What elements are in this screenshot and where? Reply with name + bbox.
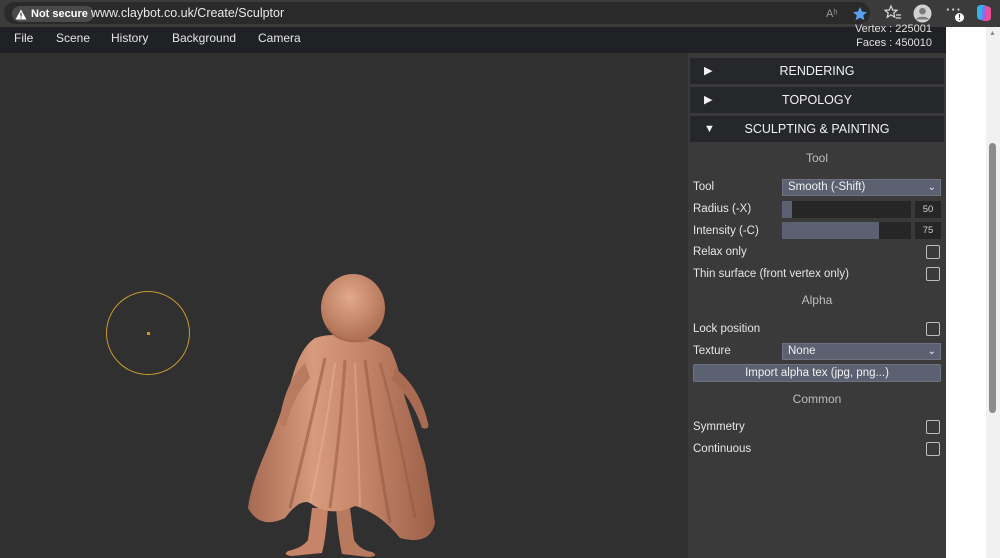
browser-toolbar: Not secure www.claybot.co.uk/Create/Scul… bbox=[0, 0, 1000, 27]
security-indicator[interactable]: Not secure bbox=[12, 6, 94, 22]
brush-cursor bbox=[106, 291, 190, 375]
lock-position-checkbox[interactable] bbox=[926, 322, 940, 336]
continuous-label: Continuous bbox=[693, 443, 752, 455]
scroll-up-icon[interactable]: ▲ bbox=[989, 30, 996, 37]
alpha-section-title: Alpha bbox=[801, 293, 833, 307]
texture-select-value: None bbox=[788, 345, 816, 357]
sculpt-viewport[interactable] bbox=[0, 53, 688, 558]
radius-slider[interactable] bbox=[782, 201, 911, 218]
tool-select[interactable]: Smooth (-Shift) ⌄ bbox=[782, 179, 941, 196]
relax-only-label: Relax only bbox=[693, 246, 747, 258]
texture-label: Texture bbox=[693, 345, 731, 357]
thin-surface-checkbox[interactable] bbox=[926, 267, 940, 281]
intensity-label: Intensity (-C) bbox=[693, 225, 759, 237]
sculpted-caped-figure[interactable] bbox=[230, 268, 450, 558]
menu-camera[interactable]: Camera bbox=[258, 31, 301, 45]
scrollbar[interactable]: ▲ bbox=[986, 27, 1000, 558]
chevron-down-icon: ⌄ bbox=[927, 346, 936, 357]
intensity-value[interactable]: 75 bbox=[915, 222, 941, 239]
radius-slider-fill bbox=[782, 201, 793, 218]
intensity-slider-fill bbox=[782, 222, 879, 239]
faces-count: Faces : 450010 bbox=[856, 37, 932, 49]
texture-select[interactable]: None ⌄ bbox=[782, 343, 941, 360]
properties-panel: ▶ RENDERING ▶ TOPOLOGY ▼ SCULPTING & PAI… bbox=[688, 53, 946, 558]
topology-header[interactable]: ▶ TOPOLOGY bbox=[690, 87, 944, 113]
continuous-checkbox[interactable] bbox=[926, 442, 940, 456]
tool-section-title: Tool bbox=[805, 151, 828, 165]
menu-history[interactable]: History bbox=[111, 31, 148, 45]
sculpting-painting-title: SCULPTING & PAINTING bbox=[744, 122, 890, 136]
address-bar[interactable]: Not secure www.claybot.co.uk/Create/Scul… bbox=[4, 2, 870, 24]
thin-surface-label: Thin surface (front vertex only) bbox=[693, 268, 849, 280]
update-badge-icon: ! bbox=[955, 13, 964, 22]
radius-value[interactable]: 50 bbox=[915, 201, 941, 218]
page-margin: ▲ bbox=[946, 27, 1000, 558]
common-section-title: Common bbox=[792, 392, 842, 406]
chevron-down-icon: ⌄ bbox=[927, 182, 936, 193]
expand-arrow-icon: ▶ bbox=[704, 94, 713, 106]
lock-position-label: Lock position bbox=[693, 323, 761, 335]
topology-title: TOPOLOGY bbox=[782, 93, 852, 107]
brush-center-dot bbox=[147, 332, 150, 335]
menu-background[interactable]: Background bbox=[172, 31, 236, 45]
sculpting-painting-header[interactable]: ▼ SCULPTING & PAINTING bbox=[690, 116, 944, 142]
menu-file[interactable]: File bbox=[14, 31, 33, 45]
read-aloud-icon[interactable]: Aʰ bbox=[826, 8, 838, 20]
tool-label: Tool bbox=[693, 181, 715, 193]
mesh-stats: Vertex : 225001 Faces : 450010 bbox=[855, 22, 932, 50]
intensity-slider[interactable] bbox=[782, 222, 911, 239]
expand-arrow-icon: ▶ bbox=[704, 65, 713, 77]
tool-select-value: Smooth (-Shift) bbox=[788, 181, 866, 193]
menu-scene[interactable]: Scene bbox=[56, 31, 90, 45]
collapse-arrow-icon: ▼ bbox=[704, 123, 715, 135]
import-alpha-button[interactable]: Import alpha tex (jpg, png...) bbox=[693, 364, 941, 382]
security-label: Not secure bbox=[31, 8, 88, 20]
symmetry-label: Symmetry bbox=[693, 421, 745, 433]
warning-icon bbox=[15, 9, 27, 20]
app-menu-bar: File Scene History Background Camera Ver… bbox=[0, 23, 946, 53]
symmetry-checkbox[interactable] bbox=[926, 420, 940, 434]
url-text[interactable]: www.claybot.co.uk/Create/Sculptor bbox=[91, 6, 284, 20]
scrollbar-thumb[interactable] bbox=[989, 143, 996, 413]
relax-only-checkbox[interactable] bbox=[926, 245, 940, 259]
rendering-title: RENDERING bbox=[779, 64, 855, 78]
radius-label: Radius (-X) bbox=[693, 203, 752, 215]
rendering-header[interactable]: ▶ RENDERING bbox=[690, 58, 944, 84]
vertex-count: Vertex : 225001 bbox=[854, 23, 932, 35]
copilot-icon[interactable] bbox=[974, 3, 994, 28]
